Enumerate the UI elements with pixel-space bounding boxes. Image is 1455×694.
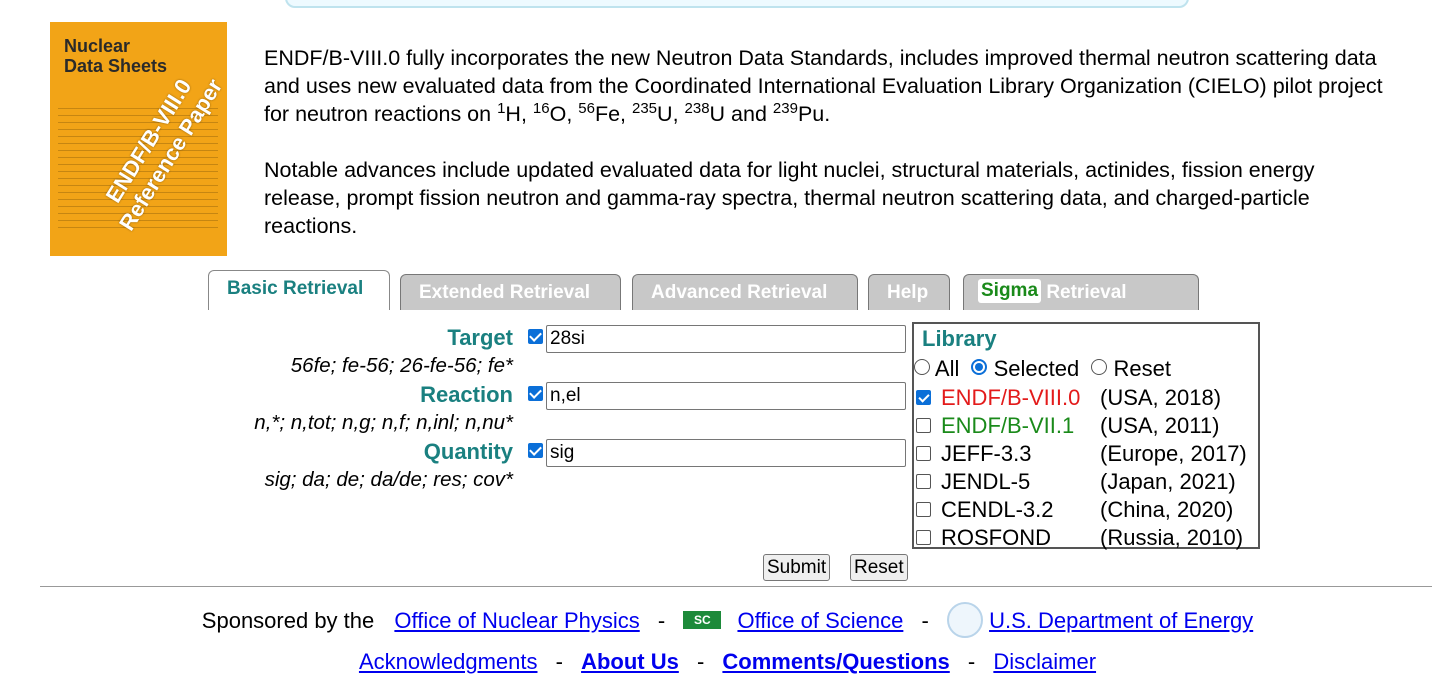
radio-selected-label: Selected	[993, 356, 1080, 381]
cover-title: Nuclear Data Sheets	[64, 36, 168, 76]
nuclide-separator: ,	[672, 102, 685, 126]
library-item: CENDL-3.2 (China, 2020)	[914, 497, 1260, 525]
office-of-science-link[interactable]: Office of Science	[737, 608, 903, 633]
quantity-input[interactable]	[546, 439, 906, 467]
library-item-name: JENDL-5	[941, 469, 1031, 494]
library-item-name: CENDL-3.2	[941, 497, 1054, 522]
target-input[interactable]	[546, 325, 906, 353]
library-item-meta: (Russia, 2010)	[1100, 525, 1244, 550]
library-item-meta: (China, 2020)	[1100, 497, 1234, 522]
sigma-logo-icon: Sigma	[978, 279, 1042, 303]
footer-links: Acknowledgments - About Us - Comments/Qu…	[0, 649, 1455, 675]
separator: -	[921, 608, 929, 633]
quantity-checkbox[interactable]	[528, 443, 543, 458]
sponsor-line: Sponsored by the Office of Nuclear Physi…	[0, 602, 1455, 638]
library-item: ROSFOND (Russia, 2010)	[914, 525, 1260, 553]
library-item-checkbox[interactable]	[916, 418, 931, 433]
intro-paragraph-2: Notable advances include updated evaluat…	[264, 158, 1315, 238]
nuclide-mass-number: 235	[632, 99, 658, 117]
library-item-name: ENDF/B-VIII.0	[941, 385, 1081, 410]
reaction-input[interactable]	[546, 382, 906, 410]
submit-button[interactable]: Submit	[763, 554, 831, 581]
library-panel: Library All Selected Reset ENDF/B-VIII.0…	[912, 322, 1260, 550]
separator: -	[555, 649, 563, 674]
nuclide-separator: .	[824, 102, 831, 126]
target-checkbox[interactable]	[528, 329, 543, 344]
radio-reset[interactable]	[1091, 359, 1108, 375]
nuclear-data-sheets-cover-image[interactable]: Nuclear Data Sheets ENDF/B-VIII.0 Referenc…	[50, 22, 227, 256]
library-item: JEFF-3.3 (Europe, 2017)	[914, 441, 1260, 469]
target-label: Target	[447, 325, 513, 350]
library-item-checkbox[interactable]	[916, 502, 931, 517]
library-item-meta: (Europe, 2017)	[1100, 441, 1247, 466]
library-item-name: ENDF/B-VII.1	[941, 413, 1075, 438]
nuclide-symbol: U	[709, 102, 726, 126]
radio-all-label: All	[934, 356, 960, 381]
radio-reset-label: Reset	[1113, 356, 1171, 381]
divider	[40, 586, 1432, 587]
reaction-label: Reaction	[420, 382, 513, 407]
library-radio-group: All Selected Reset	[914, 356, 1171, 382]
office-of-science-logo-icon[interactable]: SC	[683, 611, 722, 629]
disclaimer-link[interactable]: Disclaimer	[993, 649, 1096, 674]
acknowledgments-link[interactable]: Acknowledgments	[359, 649, 538, 674]
nuclide-mass-number: 238	[684, 99, 710, 117]
library-item-meta: (USA, 2018)	[1100, 385, 1222, 410]
department-of-energy-link[interactable]: U.S. Department of Energy	[989, 608, 1253, 633]
comments-questions-link[interactable]: Comments/Questions	[722, 649, 949, 674]
library-item: ENDF/B-VII.1 (USA, 2011)	[914, 413, 1260, 441]
reset-button[interactable]: Reset	[850, 554, 908, 581]
quantity-label: Quantity	[423, 439, 513, 464]
library-title: Library	[922, 326, 997, 351]
library-item-meta: (Japan, 2021)	[1100, 469, 1236, 494]
nuclide-symbol: H	[505, 102, 521, 126]
radio-all[interactable]	[914, 359, 930, 375]
intro-text: ENDF/B-VIII.0 fully incorporates the new…	[264, 44, 1394, 268]
tab-help[interactable]: Help	[868, 274, 950, 310]
library-item: JENDL-5 (Japan, 2021)	[914, 469, 1260, 497]
nuclide-symbol: U	[657, 102, 673, 126]
nuclide-separator: ,	[620, 102, 632, 126]
nuclide-mass-number: 56	[578, 99, 595, 117]
target-hint: 56fe; fe-56; 26-fe-56; fe*	[290, 354, 513, 377]
quantity-hint: sig; da; de; da/de; res; cov*	[264, 468, 513, 491]
tab-advanced-retrieval[interactable]: Advanced Retrieval	[632, 274, 858, 310]
library-item-checkbox[interactable]	[916, 446, 931, 461]
nuclide-mass-number: 239	[772, 99, 798, 117]
top-banner	[285, 0, 1189, 8]
tab-extended-retrieval[interactable]: Extended Retrieval	[400, 274, 621, 310]
reaction-checkbox[interactable]	[528, 386, 543, 401]
library-item: ENDF/B-VIII.0 (USA, 2018)	[914, 385, 1260, 413]
library-item-checkbox[interactable]	[916, 390, 931, 405]
nuclide-separator: ,	[520, 102, 533, 126]
radio-selected[interactable]	[971, 359, 988, 375]
tab-basic-retrieval[interactable]: Basic Retrieval	[208, 270, 390, 310]
nuclide-separator: ,	[566, 102, 579, 126]
about-us-link[interactable]: About Us	[581, 649, 679, 674]
separator: -	[696, 649, 705, 674]
reaction-hint: n,*; n,tot; n,g; n,f; n,inl; n,nu*	[254, 411, 513, 434]
library-item-checkbox[interactable]	[916, 530, 931, 545]
library-item-name: JEFF-3.3	[941, 441, 1032, 466]
library-item-name: ROSFOND	[941, 525, 1051, 550]
separator: -	[967, 649, 976, 674]
doe-seal-icon[interactable]	[946, 602, 983, 638]
nuclide-symbol: O	[549, 102, 567, 126]
nuclide-separator: and	[725, 102, 773, 126]
office-of-nuclear-physics-link[interactable]: Office of Nuclear Physics	[394, 608, 639, 633]
intro-paragraph-1: ENDF/B-VIII.0 fully incorporates the new…	[264, 46, 1383, 126]
nuclide-symbol: Pu	[797, 102, 825, 126]
nuclide-symbol: Fe	[594, 102, 621, 126]
tab-sigma-retrieval[interactable]: Sigma Retrieval	[963, 274, 1199, 310]
library-item-checkbox[interactable]	[916, 474, 931, 489]
sponsored-text: Sponsored by the	[201, 608, 375, 633]
separator: -	[657, 608, 666, 633]
nuclide-mass-number: 16	[532, 99, 550, 117]
library-item-meta: (USA, 2011)	[1100, 413, 1220, 438]
